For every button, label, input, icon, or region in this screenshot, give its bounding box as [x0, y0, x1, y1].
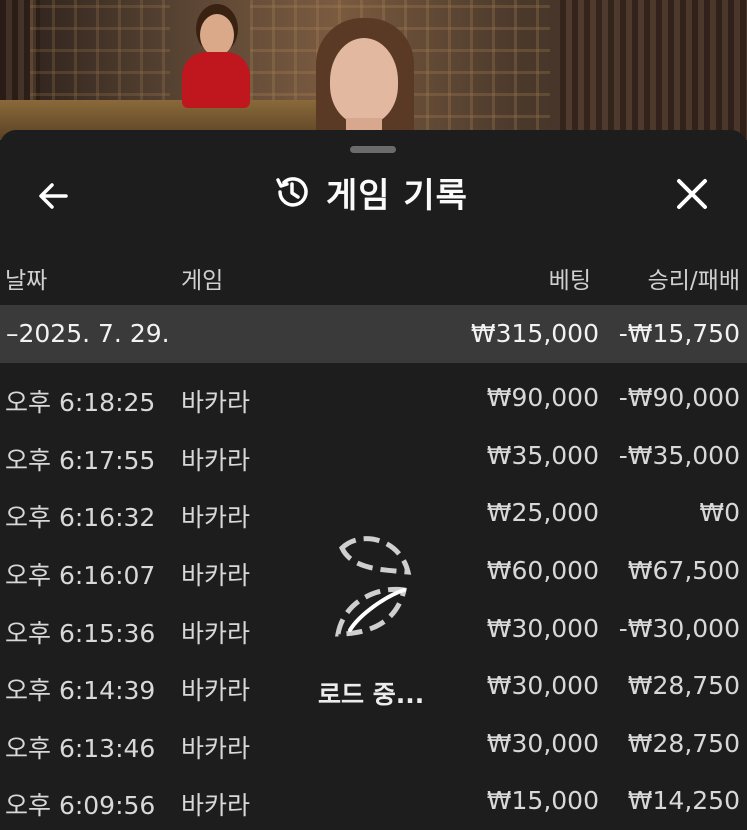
column-header-date: 날짜 — [5, 268, 48, 294]
table-row[interactable]: 오후 6:17:55 바카라 ₩35,000 -₩35,000 — [0, 427, 747, 485]
date-group-total-result: -₩15,750 — [618, 319, 740, 348]
history-clock-icon — [276, 177, 308, 207]
page-title: 게임 기록 — [272, 168, 468, 216]
background-dealer-body — [182, 52, 250, 108]
row-bet: ₩30,000 — [486, 671, 599, 700]
row-time: 오후 6:13:46 — [5, 734, 156, 763]
live-video-feed — [0, 0, 747, 140]
date-group-total-bet: ₩315,000 — [470, 319, 599, 348]
row-bet: ₩60,000 — [486, 556, 599, 585]
row-game: 바카라 — [181, 388, 251, 417]
row-game: 바카라 — [181, 619, 251, 648]
row-bet: ₩90,000 — [486, 383, 599, 412]
close-button[interactable] — [672, 174, 712, 214]
row-result: ₩28,750 — [627, 671, 740, 700]
sheet-grabber[interactable] — [350, 146, 396, 153]
row-time: 오후 6:18:25 — [5, 388, 156, 417]
row-time: 오후 6:16:07 — [5, 561, 156, 590]
row-time: 오후 6:15:36 — [5, 619, 156, 648]
table-row[interactable]: 오후 6:13:46 바카라 ₩30,000 ₩28,750 — [0, 715, 747, 773]
dealer-face — [330, 38, 398, 124]
row-result: ₩28,750 — [627, 729, 740, 758]
loading-text: 로드 중... — [318, 680, 425, 709]
row-game: 바카라 — [181, 446, 251, 475]
curtain — [560, 0, 747, 140]
background-dealer — [200, 14, 234, 56]
title-text: 게임 기록 — [326, 175, 468, 216]
arrow-left-icon — [39, 183, 68, 209]
row-result: -₩35,000 — [618, 441, 740, 470]
table-row[interactable]: 오후 6:09:56 바카라 ₩15,000 ₩14,250 — [0, 772, 747, 830]
row-bet: ₩35,000 — [486, 441, 599, 470]
column-header-game: 게임 — [181, 268, 224, 294]
back-button[interactable] — [34, 176, 74, 216]
row-bet: ₩15,000 — [486, 786, 599, 815]
date-group-row[interactable]: –2025. 7. 29. ₩315,000 -₩15,750 — [0, 305, 747, 363]
column-header-bet: 베팅 — [548, 268, 591, 294]
row-result: ₩67,500 — [627, 556, 740, 585]
loading-spinner — [330, 530, 416, 650]
column-header-result: 승리/패배 — [647, 268, 740, 294]
row-time: 오후 6:17:55 — [5, 446, 156, 475]
row-bet: ₩30,000 — [486, 614, 599, 643]
game-history-sheet: 게임 기록 날짜 게임 베팅 승리/패배 –2025. 7. 29. ₩315,… — [0, 130, 747, 830]
row-game: 바카라 — [181, 734, 251, 763]
row-result: ₩14,250 — [627, 786, 740, 815]
close-icon — [677, 179, 707, 209]
row-game: 바카라 — [181, 676, 251, 705]
row-game: 바카라 — [181, 503, 251, 532]
row-game: 바카라 — [181, 561, 251, 590]
row-result: -₩30,000 — [618, 614, 740, 643]
row-game: 바카라 — [181, 791, 251, 820]
row-bet: ₩30,000 — [486, 729, 599, 758]
row-result: -₩90,000 — [618, 383, 740, 412]
table-row[interactable]: 오후 6:18:25 바카라 ₩90,000 -₩90,000 — [0, 369, 747, 427]
row-bet: ₩25,000 — [486, 498, 599, 527]
spinner-icon — [335, 536, 412, 637]
row-result: ₩0 — [699, 498, 740, 527]
row-time: 오후 6:14:39 — [5, 676, 156, 705]
date-group-date: –2025. 7. 29. — [6, 319, 170, 348]
row-time: 오후 6:16:32 — [5, 503, 156, 532]
row-time: 오후 6:09:56 — [5, 791, 156, 820]
